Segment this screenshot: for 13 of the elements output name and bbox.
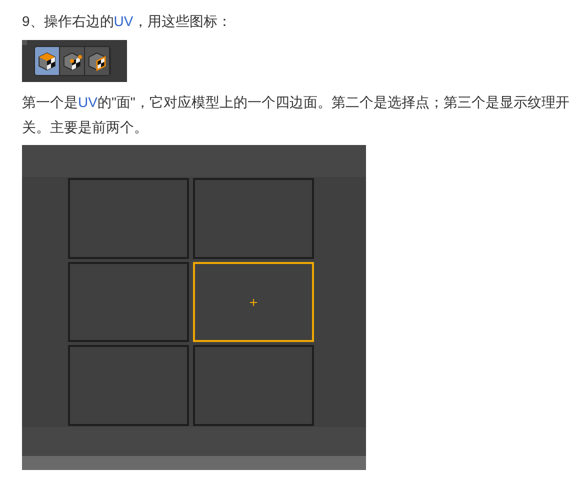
heading-text: 9、操作右边的UV，用这些图标： — [22, 12, 232, 31]
crosshair-icon — [250, 298, 257, 306]
uv-face[interactable] — [193, 262, 314, 342]
cube-icon — [86, 50, 108, 72]
corner-mark — [22, 40, 27, 45]
cube-icon — [61, 50, 83, 72]
uv-link[interactable]: UV — [114, 13, 134, 29]
point-mode-button[interactable] — [60, 47, 85, 75]
uv-link[interactable]: UV — [78, 94, 98, 110]
cube-icon — [36, 50, 58, 72]
face-mode-button[interactable] — [35, 47, 60, 75]
texture-toggle-button[interactable] — [85, 47, 110, 75]
paragraph-text: 第一个是UV的"面"，它对应模型上的一个四边面。第二个是选择点；第三个是显示纹理开关。主要是前两个。 — [22, 93, 570, 137]
